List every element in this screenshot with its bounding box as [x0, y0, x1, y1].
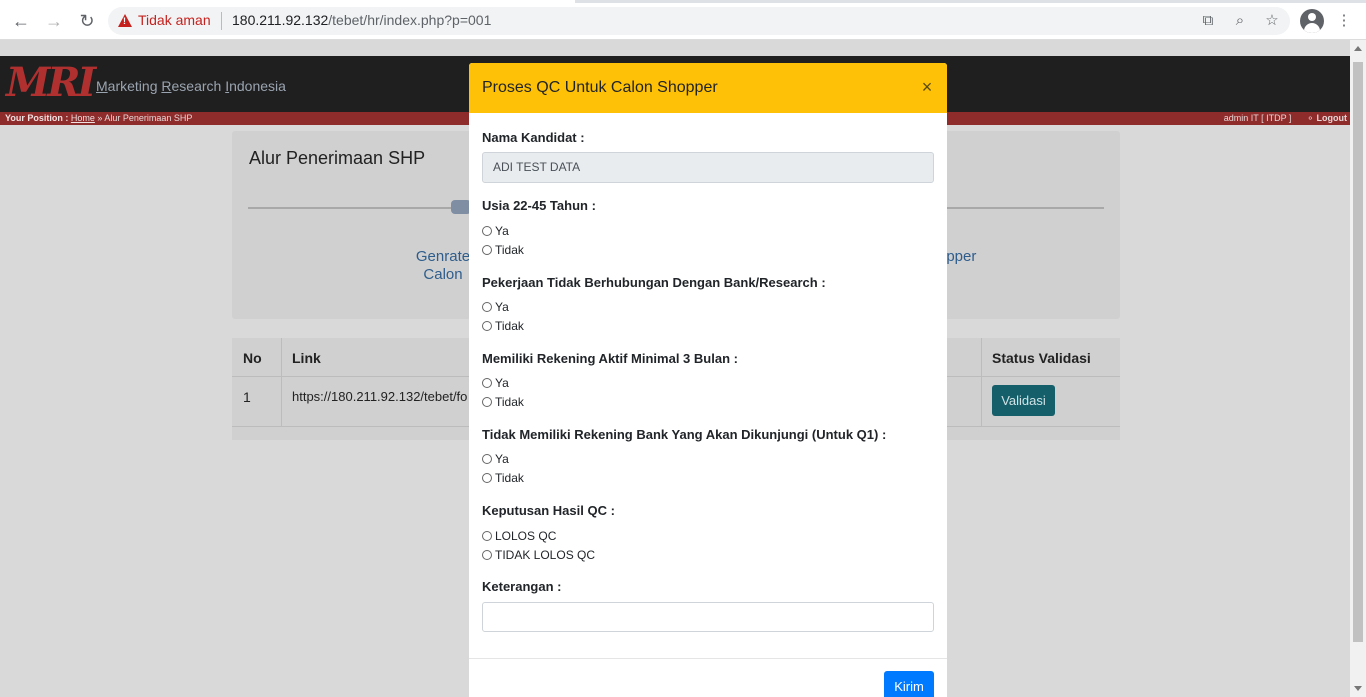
tab-strip	[0, 0, 1366, 3]
page-scrollbar[interactable]	[1350, 40, 1366, 697]
browser-toolbar: ← → ↻ Tidak aman 180.211.92.132/tebet/hr…	[0, 0, 1366, 40]
position-label: Your Position :	[5, 113, 69, 123]
usia-radio-tidak[interactable]: Tidak	[482, 243, 524, 257]
profile-avatar-icon[interactable]	[1300, 9, 1324, 33]
security-indicator[interactable]: Tidak aman	[118, 12, 211, 28]
usia-radio-ya[interactable]: Ya	[482, 224, 509, 238]
home-link[interactable]: Home	[71, 113, 95, 123]
step-generate-label[interactable]: Genrate Calon	[408, 248, 478, 284]
mri-logo: MRI	[6, 59, 96, 106]
keterangan-field[interactable]	[482, 602, 934, 632]
modal-header: Proses QC Untuk Calon Shopper ×	[469, 63, 947, 113]
translate-icon[interactable]: ⧉	[1198, 10, 1218, 30]
pekerjaan-radio-tidak[interactable]: Tidak	[482, 319, 524, 333]
site-name: Marketing Research Indonesia	[96, 78, 286, 94]
warning-icon	[118, 13, 132, 27]
rekening-radio-tidak[interactable]: Tidak	[482, 395, 524, 409]
bookmark-star-icon[interactable]: ☆	[1262, 10, 1282, 30]
q-usia-label: Usia 22-45 Tahun :	[482, 198, 596, 213]
security-label: Tidak aman	[138, 12, 211, 28]
qc-modal: Proses QC Untuk Calon Shopper × Nama Kan…	[469, 63, 947, 697]
url-text[interactable]: 180.211.92.132/tebet/hr/index.php?p=001	[232, 12, 491, 28]
header-link: Link	[292, 350, 321, 366]
lolos-qc-radio[interactable]: LOLOS QC	[482, 529, 556, 543]
keputusan-label: Keputusan Hasil QC :	[482, 503, 615, 518]
q-bank-label: Tidak Memiliki Rekening Bank Yang Akan D…	[482, 427, 887, 442]
header-no: No	[243, 350, 262, 366]
kirim-button[interactable]: Kirim	[884, 671, 934, 697]
current-page: Alur Penerimaan SHP	[104, 113, 193, 123]
menu-kebab-icon[interactable]: ⋮	[1334, 10, 1354, 30]
validasi-button[interactable]: Validasi	[992, 385, 1055, 416]
zoom-icon[interactable]: ⌕	[1230, 10, 1250, 30]
scroll-thumb[interactable]	[1353, 62, 1363, 642]
nama-label: Nama Kandidat :	[482, 130, 585, 145]
step-marker	[451, 200, 471, 214]
modal-title: Proses QC Untuk Calon Shopper	[482, 79, 718, 96]
modal-footer-divider	[469, 658, 947, 659]
q-pekerjaan-label: Pekerjaan Tidak Berhubungan Dengan Bank/…	[482, 275, 826, 290]
user-info: admin IT [ ITDP ]	[1223, 113, 1292, 123]
row-link[interactable]: https://180.211.92.132/tebet/fo	[292, 389, 467, 404]
row-no: 1	[243, 389, 251, 405]
rekening-radio-ya[interactable]: Ya	[482, 376, 509, 390]
nama-kandidat-field[interactable]: ADI TEST DATA	[482, 152, 934, 183]
reload-icon[interactable]: ↻	[76, 10, 98, 32]
tidak-lolos-qc-radio[interactable]: TIDAK LOLOS QC	[482, 548, 595, 562]
keterangan-label: Keterangan :	[482, 579, 562, 594]
logout-icon: ⚬	[1306, 113, 1314, 123]
url-path: /tebet/hr/index.php?p=001	[328, 12, 492, 28]
logout-link[interactable]: Logout	[1317, 113, 1348, 123]
forward-arrow-icon[interactable]: →	[43, 10, 65, 32]
back-arrow-icon[interactable]: ←	[10, 10, 32, 32]
header-status: Status Validasi	[992, 350, 1091, 366]
bank-radio-ya[interactable]: Ya	[482, 452, 509, 466]
pekerjaan-radio-ya[interactable]: Ya	[482, 300, 509, 314]
q-rekening-label: Memiliki Rekening Aktif Minimal 3 Bulan …	[482, 351, 738, 366]
page-title: Alur Penerimaan SHP	[249, 148, 426, 168]
bank-radio-tidak[interactable]: Tidak	[482, 471, 524, 485]
url-host: 180.211.92.132	[232, 12, 329, 28]
close-icon[interactable]: ×	[920, 77, 934, 97]
